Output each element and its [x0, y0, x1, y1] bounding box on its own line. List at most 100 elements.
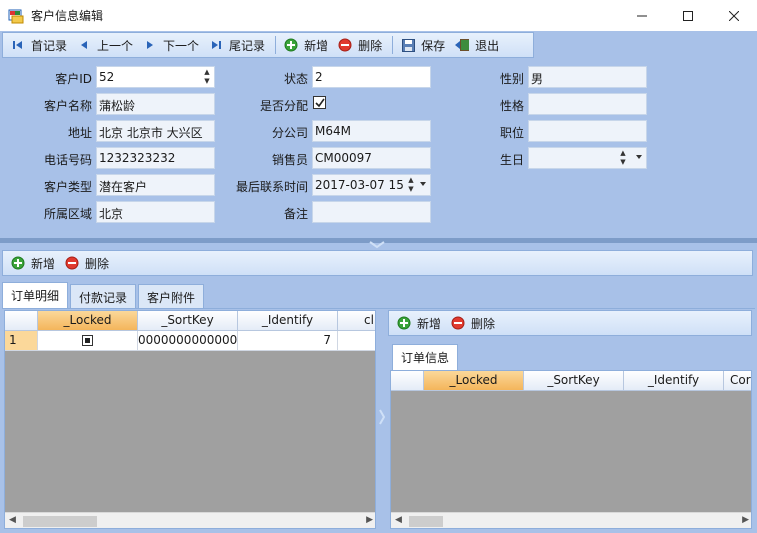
record-toolbar: 首记录 上一个 下一个 尾记录 新增 删除 保存 退出	[2, 32, 534, 58]
column-header-identify[interactable]: _Identify	[624, 371, 724, 391]
phone-value: 1232323232	[99, 151, 176, 165]
scroll-right-icon[interactable]: ▶	[742, 515, 749, 525]
toolbar-separator	[275, 36, 277, 54]
column-header-locked[interactable]: _Locked	[38, 311, 138, 331]
left-grid-hscrollbar[interactable]: ◀ ▶	[5, 512, 375, 528]
customer-name-field[interactable]: 蒲松龄	[96, 93, 215, 115]
right-panel-toolbar: 新增 删除	[388, 310, 752, 336]
row-header[interactable]: 1	[5, 331, 38, 351]
first-record-label: 首记录	[31, 38, 68, 53]
add-label: 新增	[304, 38, 329, 53]
tab-customer-attachments[interactable]: 客户附件	[138, 284, 205, 308]
sortkey-cell[interactable]: 0000000000000	[138, 331, 238, 351]
gender-value: 男	[531, 72, 544, 86]
first-record-button[interactable]: 首记录	[7, 34, 73, 56]
spin-updown-icon[interactable]: ▲ ▼	[406, 176, 416, 194]
collapse-right-icon[interactable]	[379, 407, 386, 427]
detail-add-button[interactable]: 新增	[7, 252, 61, 274]
main-area: 首记录 上一个 下一个 尾记录 新增 删除 保存 退出 客户ID 52 ▲ ▼ …	[0, 31, 757, 533]
scroll-thumb[interactable]	[23, 516, 97, 527]
gender-field[interactable]: 男	[528, 66, 647, 88]
identify-cell[interactable]: 7	[238, 331, 338, 351]
spin-updown-icon[interactable]: ▲ ▼	[202, 68, 212, 86]
exit-label: 退出	[475, 38, 500, 53]
last-contact-field[interactable]: 2017-03-07 15 ▲ ▼	[312, 174, 431, 196]
scroll-left-icon[interactable]: ◀	[9, 515, 16, 525]
scroll-right-icon[interactable]: ▶	[366, 515, 373, 525]
column-header-identify[interactable]: _Identify	[238, 311, 338, 331]
last-record-icon	[209, 38, 223, 52]
grid-corner[interactable]	[391, 371, 424, 391]
scroll-thumb[interactable]	[409, 516, 443, 527]
personality-field[interactable]	[528, 93, 647, 115]
locked-cell[interactable]	[38, 331, 138, 351]
customer-name-value: 蒲松龄	[99, 99, 136, 113]
save-button[interactable]: 保存	[397, 34, 451, 56]
save-label: 保存	[421, 38, 446, 53]
column-header-cl[interactable]: cl	[338, 311, 375, 331]
customer-type-label: 客户类型	[43, 180, 92, 194]
maximize-icon	[683, 10, 693, 21]
minimize-icon	[637, 15, 647, 16]
right-add-button[interactable]: 新增	[393, 312, 447, 334]
customer-type-field[interactable]: 潜在客户	[96, 174, 215, 196]
branch-value: M64M	[315, 124, 351, 138]
collapse-chevron-icon[interactable]	[366, 238, 388, 249]
spin-updown-icon[interactable]: ▲ ▼	[618, 149, 628, 167]
exit-button[interactable]: 退出	[451, 34, 505, 56]
customer-id-label: 客户ID	[55, 72, 92, 86]
scroll-left-icon[interactable]: ◀	[395, 515, 402, 525]
tab-order-info[interactable]: 订单信息	[392, 344, 459, 370]
customer-id-field[interactable]: 52 ▲ ▼	[96, 66, 215, 88]
remark-field[interactable]	[312, 201, 431, 223]
cl-cell[interactable]	[338, 331, 375, 351]
status-field[interactable]: 2	[312, 66, 431, 88]
checkmark-icon	[315, 98, 325, 108]
salesman-field[interactable]: CM00097	[312, 147, 431, 169]
add-button[interactable]: 新增	[280, 34, 334, 56]
column-header-sortkey[interactable]: _SortKey	[524, 371, 624, 391]
title-bar: 客户信息编辑	[0, 0, 757, 31]
region-label: 所属区域	[43, 207, 92, 221]
right-grid-hscrollbar[interactable]: ◀ ▶	[391, 512, 751, 528]
tab-payment-records[interactable]: 付款记录	[70, 284, 137, 308]
right-delete-label: 删除	[471, 316, 496, 331]
last-contact-label: 最后联系时间	[235, 180, 308, 194]
tab-order-details[interactable]: 订单明细	[2, 282, 69, 308]
address-field[interactable]: 北京 北京市 大兴区	[96, 120, 215, 142]
phone-field[interactable]: 1232323232	[96, 147, 215, 169]
birthday-field[interactable]: ▲ ▼	[528, 147, 647, 169]
dropdown-arrow-icon[interactable]	[636, 155, 642, 159]
delete-icon	[338, 38, 352, 52]
last-contact-value: 2017-03-07 15	[315, 178, 404, 192]
next-record-button[interactable]: 下一个	[139, 34, 205, 56]
delete-icon	[451, 316, 465, 330]
detail-delete-button[interactable]: 删除	[61, 252, 115, 274]
region-field[interactable]: 北京	[96, 201, 215, 223]
column-header-cor[interactable]: Cor	[724, 371, 751, 391]
maximize-button[interactable]	[665, 0, 711, 31]
column-header-locked[interactable]: _Locked	[424, 371, 524, 391]
dropdown-arrow-icon[interactable]	[420, 182, 426, 186]
last-record-label: 尾记录	[229, 38, 266, 53]
prev-record-label: 上一个	[97, 38, 134, 53]
minimize-button[interactable]	[619, 0, 665, 31]
first-record-icon	[11, 38, 25, 52]
grid-corner[interactable]	[5, 311, 38, 331]
last-record-button[interactable]: 尾记录	[205, 34, 271, 56]
position-label: 职位	[499, 126, 524, 140]
right-delete-button[interactable]: 删除	[447, 312, 501, 334]
detail-add-label: 新增	[31, 256, 56, 271]
locked-checkbox[interactable]	[82, 335, 93, 346]
order-details-grid[interactable]: _Locked _SortKey _Identify cl 1 00000000…	[4, 310, 376, 529]
remark-label: 备注	[283, 207, 308, 221]
delete-label: 删除	[358, 38, 383, 53]
close-button[interactable]	[711, 0, 757, 31]
assigned-checkbox[interactable]	[313, 96, 326, 109]
position-field[interactable]	[528, 120, 647, 142]
delete-button[interactable]: 删除	[334, 34, 388, 56]
column-header-sortkey[interactable]: _SortKey	[138, 311, 238, 331]
branch-field[interactable]: M64M	[312, 120, 431, 142]
order-info-grid[interactable]: _Locked _SortKey _Identify Cor ◀ ▶	[390, 370, 752, 529]
prev-record-button[interactable]: 上一个	[73, 34, 139, 56]
